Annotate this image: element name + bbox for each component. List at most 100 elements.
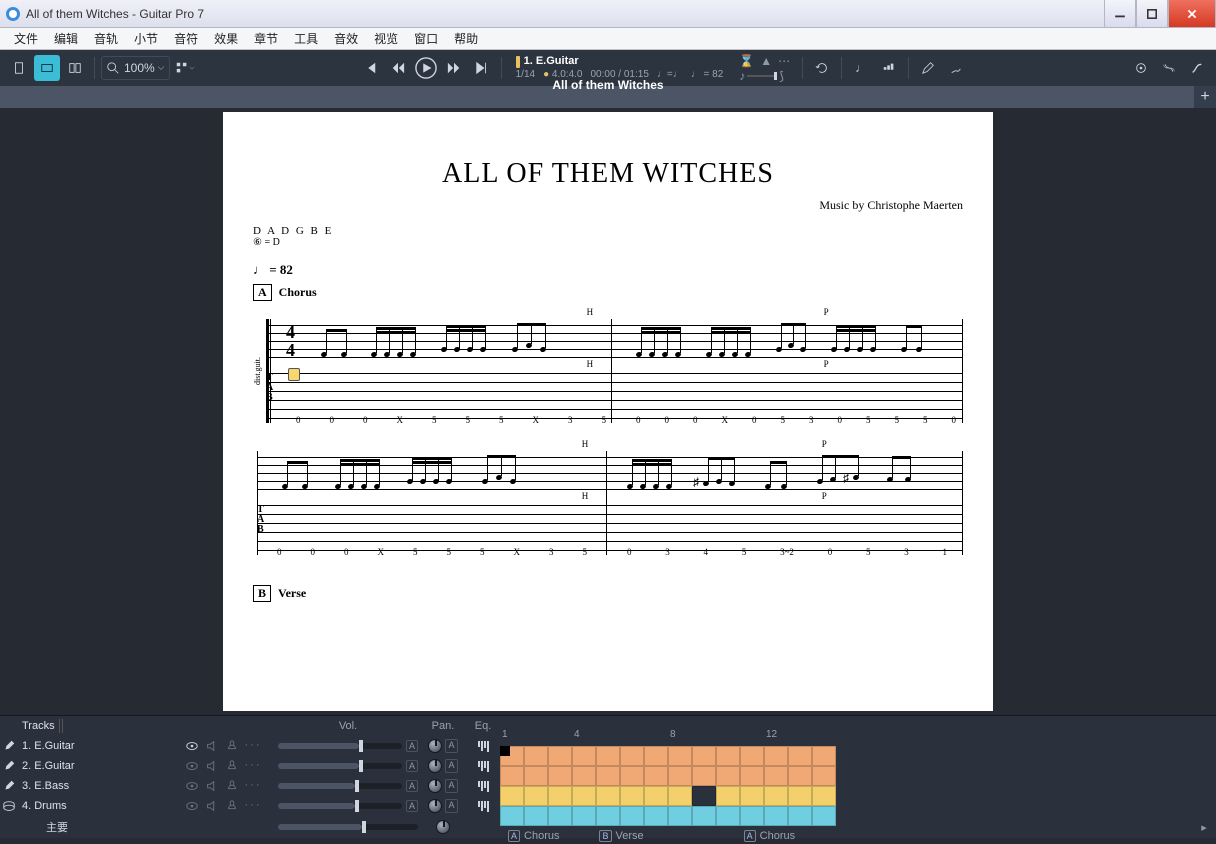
tuning-sub-label: ⑥ = D [253, 237, 963, 248]
tab-staff[interactable]: TAB H P 000X555X35 03453~20531 [257, 503, 963, 555]
automation-badge[interactable]: A [406, 800, 418, 812]
mute-toggle[interactable] [205, 739, 219, 753]
tuning-label: D A D G B E [253, 225, 963, 237]
vol-header-label: Vol. [339, 720, 357, 732]
timeline-scroll-right[interactable]: ▸ [1192, 821, 1216, 834]
count-in-icon[interactable]: ⌛ [739, 54, 754, 68]
track-options[interactable]: ··· [245, 759, 262, 773]
pan-knob[interactable] [428, 759, 442, 773]
track-name[interactable]: 4. Drums [18, 800, 168, 812]
track-name[interactable]: 2. E.Guitar [18, 760, 168, 772]
automation-badge[interactable]: A [406, 760, 418, 772]
menu-bar: 文件 编辑 音轨 小节 音符 效果 章节 工具 音效 视览 窗口 帮助 [0, 28, 1216, 50]
more-dots-icon[interactable]: ⋯ [778, 54, 790, 68]
visibility-toggle[interactable] [185, 759, 199, 773]
menu-track[interactable]: 音轨 [86, 28, 126, 49]
menu-window[interactable]: 窗口 [406, 28, 446, 49]
menu-section[interactable]: 章节 [246, 28, 286, 49]
window-titlebar: All of them Witches - Guitar Pro 7 [0, 0, 1216, 28]
automation-badge[interactable]: A [406, 780, 418, 792]
timeline-section[interactable]: AChorus [744, 830, 795, 842]
menu-sound[interactable]: 音效 [326, 28, 366, 49]
visibility-toggle[interactable] [185, 779, 199, 793]
track-instrument-icon [0, 799, 18, 813]
automation-badge[interactable]: A [445, 739, 457, 753]
track-name[interactable]: 3. E.Bass [18, 780, 168, 792]
automation-badge[interactable]: A [406, 740, 418, 752]
window-minimize-button[interactable] [1104, 0, 1136, 27]
track-indicator-icon [516, 56, 520, 68]
score-page: ALL OF THEM WITCHES Music by Christophe … [223, 112, 993, 711]
pull-off-label: P [824, 307, 829, 317]
menu-effect[interactable]: 效果 [206, 28, 246, 49]
menu-bar-m[interactable]: 小节 [126, 28, 166, 49]
eq-button[interactable] [478, 781, 489, 792]
pan-header-label: Pan. [432, 720, 455, 732]
automation-badge[interactable]: A [445, 779, 457, 793]
track-options[interactable]: ··· [245, 799, 262, 813]
section-letter: B [253, 585, 271, 602]
solo-toggle[interactable] [225, 799, 239, 813]
menu-help[interactable]: 帮助 [446, 28, 486, 49]
mute-toggle[interactable] [205, 779, 219, 793]
document-tab-strip: All of them Witches + [0, 86, 1216, 108]
notation-staff[interactable]: 44 H P [266, 319, 963, 365]
volume-slider[interactable] [278, 763, 402, 769]
volume-slider[interactable] [278, 743, 402, 749]
notation-staff[interactable]: H P [257, 451, 963, 497]
menu-edit[interactable]: 编辑 [46, 28, 86, 49]
timeline-mark: 8 [670, 729, 694, 740]
tracks-header-label: Tracks [22, 720, 55, 732]
footer-label[interactable]: 主要 [22, 822, 68, 834]
window-maximize-button[interactable] [1136, 0, 1168, 27]
add-tab-button[interactable]: + [1194, 86, 1216, 108]
score-viewport[interactable]: ALL OF THEM WITCHES Music by Christophe … [0, 108, 1216, 715]
menu-view[interactable]: 视览 [366, 28, 406, 49]
automation-badge[interactable]: A [445, 759, 457, 773]
visibility-toggle[interactable] [185, 799, 199, 813]
automation-badge[interactable]: A [445, 799, 457, 813]
instrument-label: dist.guit. [253, 357, 262, 385]
section-name: Verse [278, 586, 306, 600]
track-options[interactable]: ··· [245, 779, 262, 793]
timeline-section[interactable]: BVerse [599, 830, 643, 842]
mute-toggle[interactable] [205, 799, 219, 813]
timeline-section[interactable]: AChorus [508, 830, 559, 842]
menu-file[interactable]: 文件 [6, 28, 46, 49]
current-track-label[interactable]: 1. E.Guitar [524, 55, 579, 68]
zoom-value: 100% [124, 61, 155, 75]
hammer-on-label: H [587, 307, 594, 317]
metronome-icon[interactable]: ▲ [760, 54, 772, 68]
score-credit: Music by Christophe Maerten [253, 198, 963, 213]
window-close-button[interactable] [1168, 0, 1216, 27]
track-name[interactable]: 1. E.Guitar [18, 740, 168, 752]
pan-knob[interactable] [428, 799, 442, 813]
chevron-down-icon [157, 61, 165, 75]
pan-knob[interactable] [428, 739, 442, 753]
solo-toggle[interactable] [225, 739, 239, 753]
app-icon [6, 7, 20, 21]
solo-toggle[interactable] [225, 759, 239, 773]
score-title: ALL OF THEM WITCHES [253, 158, 963, 190]
track-options[interactable]: ··· [245, 739, 262, 753]
track-instrument-icon [0, 739, 18, 753]
mute-toggle[interactable] [205, 759, 219, 773]
eq-button[interactable] [478, 801, 489, 812]
master-pan-knob[interactable] [436, 820, 450, 834]
volume-slider[interactable] [278, 803, 402, 809]
tempo-label: ♩ = 82 [253, 262, 963, 278]
tab-staff[interactable]: TAB H P 000X555X35 000X05305550 [266, 371, 963, 423]
volume-slider[interactable] [278, 783, 402, 789]
master-volume-slider[interactable] [278, 824, 418, 830]
pan-knob[interactable] [428, 779, 442, 793]
timeline-mark: 12 [766, 729, 790, 740]
visibility-toggle[interactable] [185, 739, 199, 753]
eq-header-label: Eq. [475, 720, 492, 732]
solo-toggle[interactable] [225, 779, 239, 793]
document-tab[interactable]: All of them Witches [0, 74, 1216, 126]
edit-cursor[interactable] [288, 368, 300, 381]
menu-tools[interactable]: 工具 [286, 28, 326, 49]
menu-note[interactable]: 音符 [166, 28, 206, 49]
eq-button[interactable] [478, 741, 489, 752]
eq-button[interactable] [478, 761, 489, 772]
